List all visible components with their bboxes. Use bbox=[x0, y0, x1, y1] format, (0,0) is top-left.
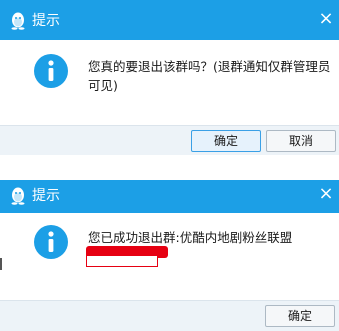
close-icon[interactable]: × bbox=[317, 184, 335, 204]
background-edge-mark bbox=[0, 258, 2, 270]
qq-penguin-icon bbox=[11, 12, 25, 30]
dialog-footer: 确定 取消 bbox=[0, 125, 339, 155]
close-icon[interactable]: × bbox=[317, 9, 335, 29]
qq-penguin-icon bbox=[11, 187, 25, 205]
dialog-title-bar[interactable]: 提示 × bbox=[0, 0, 339, 40]
dialog-message: 您真的要退出该群吗？(退群通知仅群管理员可见) bbox=[88, 59, 331, 93]
dialog-message: 您已成功退出群:优酷内地剧粉丝联盟 bbox=[88, 230, 293, 245]
dialog-title: 提示 bbox=[32, 13, 60, 29]
quit-group-success-dialog: 提示 × 您已成功退出群:优酷内地剧粉丝联盟 确定 bbox=[0, 180, 339, 331]
quit-group-confirm-dialog: 提示 × 您真的要退出该群吗？(退群通知仅群管理员可见) 确定 取消 bbox=[0, 0, 339, 155]
cancel-button[interactable]: 取消 bbox=[266, 130, 336, 152]
confirm-button[interactable]: 确定 bbox=[265, 305, 335, 327]
dialog-title: 提示 bbox=[32, 188, 60, 204]
info-icon bbox=[34, 54, 68, 88]
dialog-title-bar[interactable]: 提示 × bbox=[0, 180, 339, 213]
redaction-box bbox=[86, 255, 158, 267]
redaction-mark bbox=[86, 246, 168, 267]
dialog-footer: 确定 bbox=[0, 300, 339, 331]
confirm-button[interactable]: 确定 bbox=[191, 130, 261, 152]
info-icon bbox=[34, 225, 68, 259]
